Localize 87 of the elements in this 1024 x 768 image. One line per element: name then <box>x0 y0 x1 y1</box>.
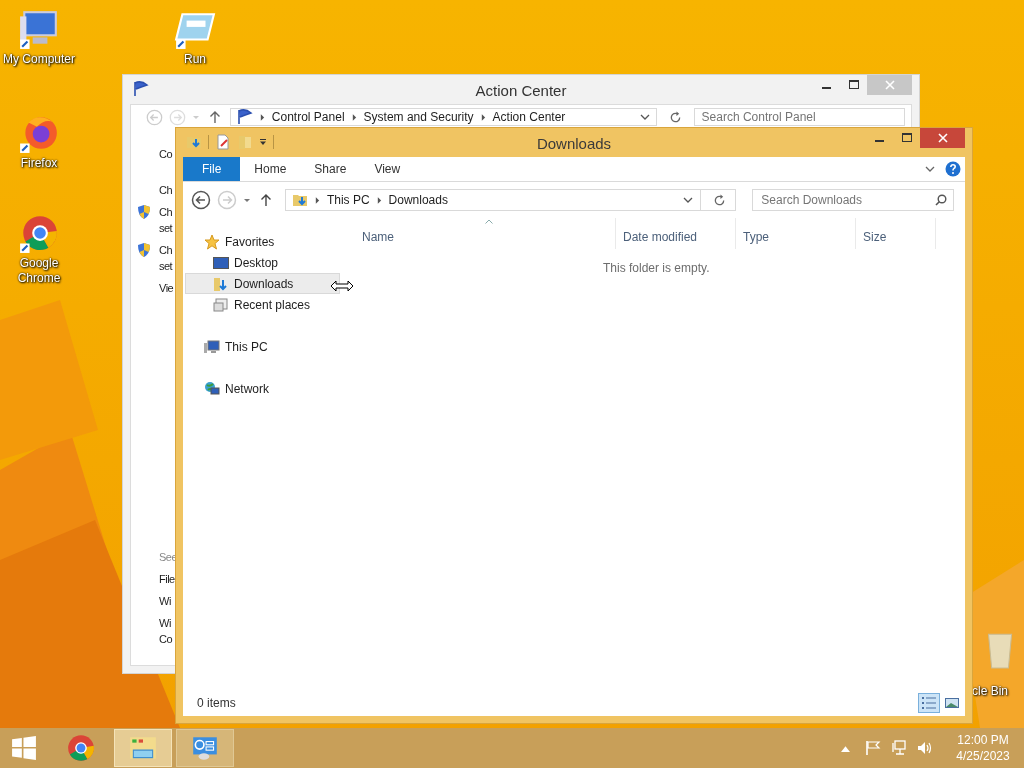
expand-ribbon-icon[interactable] <box>925 166 935 172</box>
properties-icon[interactable] <box>215 134 231 150</box>
flag-icon <box>133 81 149 97</box>
computer-icon[interactable] <box>18 8 60 50</box>
nav-pane-item[interactable]: This PC <box>185 336 355 357</box>
details-view-button[interactable] <box>918 693 940 713</box>
breadcrumb-item[interactable]: Control Panel <box>271 110 345 124</box>
refresh-icon[interactable] <box>668 110 682 124</box>
taskbar-button[interactable] <box>176 729 234 767</box>
chevron-right-icon <box>480 113 486 121</box>
recent-places-icon <box>213 296 229 313</box>
help-icon[interactable] <box>945 161 961 177</box>
computer-icon <box>204 338 220 355</box>
window-title: Action Center <box>474 82 568 99</box>
details-list-icon <box>922 697 936 709</box>
task-link[interactable]: File <box>159 571 175 587</box>
column-header[interactable]: Name <box>355 218 616 249</box>
close-icon <box>884 80 895 90</box>
nav-pane-item[interactable]: Network <box>185 378 355 399</box>
task-link[interactable]: Vie <box>159 280 174 296</box>
task-link[interactable]: Co <box>159 146 173 162</box>
item-count: 0 items <box>197 696 236 710</box>
chrome-icon <box>66 734 96 762</box>
network-globe-icon <box>204 380 220 397</box>
shield-icon <box>137 204 151 220</box>
column-header[interactable]: Size <box>856 218 936 249</box>
ribbon-tab[interactable]: View <box>360 157 415 181</box>
chevron-right-icon <box>376 196 382 204</box>
breadcrumb-item[interactable]: Downloads <box>388 193 448 207</box>
recent-locations-icon[interactable] <box>242 196 251 204</box>
up-arrow-icon[interactable] <box>259 193 272 207</box>
nav-pane-item[interactable]: Favorites <box>185 231 355 252</box>
volume-icon[interactable] <box>917 740 933 756</box>
control-panel-icon <box>190 734 220 762</box>
search-icon <box>935 194 947 206</box>
column-header[interactable]: Date modified <box>616 218 736 249</box>
flag-icon <box>236 109 253 125</box>
up-arrow-icon[interactable] <box>208 110 221 124</box>
breadcrumb-item[interactable]: System and Security <box>363 110 474 124</box>
nav-pane-item[interactable]: Desktop <box>185 252 355 273</box>
chevron-down-icon[interactable] <box>639 114 650 120</box>
address-bar[interactable]: This PC Downloads <box>284 189 737 211</box>
monitor-icon <box>213 254 229 271</box>
ribbon-tab[interactable]: Home <box>240 157 301 181</box>
breadcrumb-item[interactable]: Action Center <box>492 110 566 124</box>
windows-logo-icon <box>11 735 37 761</box>
image-icon <box>945 697 959 709</box>
minimize-icon <box>875 140 884 142</box>
shield-icon <box>137 242 151 258</box>
maximize-icon <box>901 133 912 143</box>
show-hidden-icons-button[interactable] <box>841 744 850 752</box>
refresh-icon[interactable] <box>713 193 727 207</box>
folder-download-icon <box>213 275 229 292</box>
network-icon[interactable] <box>891 740 907 756</box>
star-icon <box>204 233 220 250</box>
folder-window-icon <box>128 734 158 762</box>
task-link[interactable]: Ch set <box>159 204 173 236</box>
chevron-right-icon <box>351 113 357 121</box>
chevron-right-icon <box>259 113 265 121</box>
close-icon <box>937 133 948 143</box>
task-link[interactable]: Ch set <box>159 242 173 274</box>
search-field[interactable]: Search Control Panel <box>693 108 905 126</box>
folder-download-icon <box>291 192 308 208</box>
ribbon-tab[interactable]: Share <box>300 157 361 181</box>
task-link[interactable]: Wi Co <box>159 615 173 647</box>
maximize-icon <box>848 80 859 90</box>
chevron-right-icon <box>314 196 320 204</box>
window-title: Downloads <box>535 135 613 152</box>
breadcrumb-item[interactable]: This PC <box>326 193 370 207</box>
address-bar[interactable]: Control Panel System and Security Action Center <box>229 108 657 126</box>
nav-pane-item[interactable]: Recent places <box>185 294 355 315</box>
task-link[interactable]: Wi <box>159 593 171 609</box>
file-menu-button[interactable]: File <box>183 157 241 181</box>
flag-icon[interactable] <box>865 740 881 756</box>
customize-dropdown-icon[interactable] <box>259 138 267 146</box>
folder-download-icon[interactable] <box>186 134 202 150</box>
task-link[interactable]: Ch <box>159 182 173 198</box>
minimize-icon <box>822 87 831 89</box>
search-field[interactable]: Search Downloads <box>752 189 954 211</box>
sort-ascending-icon <box>485 219 493 224</box>
nav-pane-item[interactable]: Downloads <box>185 273 340 294</box>
back-button[interactable] <box>191 190 211 210</box>
empty-folder-message: This folder is empty. <box>603 261 711 275</box>
taskbar-button[interactable] <box>114 729 172 767</box>
resize-cursor-icon <box>330 280 354 292</box>
column-header[interactable]: Type <box>736 218 856 249</box>
chevron-down-icon[interactable] <box>683 197 694 203</box>
